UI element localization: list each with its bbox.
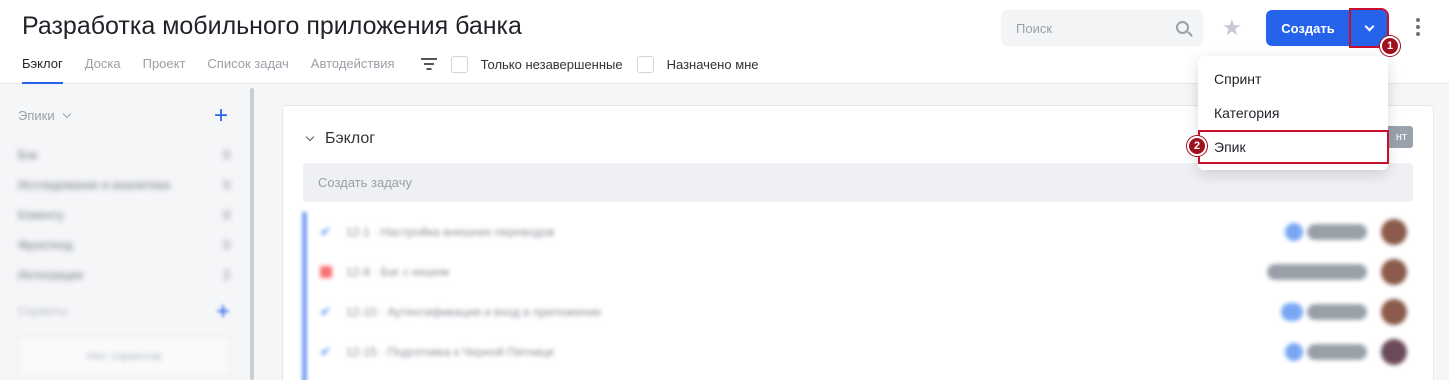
epics-label: Эпики bbox=[18, 108, 55, 123]
star-icon[interactable]: ★ bbox=[1222, 14, 1242, 42]
add-epic-icon[interactable]: + bbox=[214, 104, 228, 128]
table-row[interactable]: ✔ 12-15 · Подготовка к Черной Пятнице bbox=[306, 332, 1413, 372]
sidebar: Эпики + Бэк 0 Исследование и аналитика 0 К… bbox=[0, 84, 250, 380]
epic-count: 2 bbox=[223, 268, 230, 282]
status-dot bbox=[1285, 343, 1303, 361]
status-badge bbox=[1307, 344, 1367, 360]
list-item[interactable]: Клиенту 0 bbox=[18, 208, 230, 238]
epic-name: Бэк bbox=[18, 148, 38, 162]
search-icon[interactable] bbox=[1176, 21, 1189, 34]
epic-count: 0 bbox=[223, 238, 230, 252]
task-title: 12-10 · Аутентификация и вход в приложен… bbox=[346, 305, 602, 319]
sprints-header[interactable]: Спринты bbox=[18, 304, 67, 318]
status-badge bbox=[1307, 224, 1367, 240]
create-button[interactable]: Создать bbox=[1266, 10, 1350, 46]
epics-header[interactable]: Эпики bbox=[18, 108, 71, 123]
avatar bbox=[1381, 259, 1407, 285]
epic-count: 0 bbox=[223, 148, 230, 162]
tab-board[interactable]: Доска bbox=[85, 52, 121, 76]
chevron-down-icon bbox=[305, 132, 315, 142]
assigned-to-me-label: Назначено мне bbox=[666, 56, 759, 72]
tab-task-list[interactable]: Список задач bbox=[207, 52, 288, 76]
tabs: Бэклог Доска Проект Список задач Автодей… bbox=[22, 52, 773, 84]
search-input[interactable] bbox=[1001, 10, 1171, 46]
no-sprints-placeholder: Нет спринтов bbox=[18, 336, 230, 376]
checkbox-box[interactable] bbox=[636, 55, 654, 73]
sidebar-scrollbar[interactable] bbox=[250, 88, 254, 380]
menu-item-epic-label: Эпик bbox=[1214, 139, 1246, 155]
backlog-header[interactable]: Бэклог bbox=[305, 130, 375, 148]
task-title: 12-1 · Настройка внешних переводов bbox=[346, 225, 555, 239]
status-badge bbox=[1267, 264, 1367, 280]
avatar bbox=[1381, 339, 1407, 365]
menu-item-sprint[interactable]: Спринт bbox=[1198, 62, 1388, 96]
bug-icon bbox=[320, 266, 332, 278]
task-list: ✔ 12-1 · Настройка внешних переводов 12-… bbox=[303, 212, 1413, 380]
status-badge bbox=[1307, 304, 1367, 320]
assigned-to-me-checkbox[interactable]: Назначено мне bbox=[636, 55, 759, 73]
epic-name: Исследование и аналитика bbox=[18, 178, 171, 192]
task-title: 12-15 · Подготовка к Черной Пятнице bbox=[346, 345, 555, 359]
epic-count: 0 bbox=[223, 178, 230, 192]
more-options-icon[interactable] bbox=[1416, 18, 1422, 39]
tab-automations[interactable]: Автодействия bbox=[311, 52, 395, 76]
step-marker-1: 1 bbox=[1380, 36, 1400, 56]
add-sprint-icon[interactable]: + bbox=[216, 300, 230, 324]
epic-count: 0 bbox=[223, 208, 230, 222]
table-row[interactable]: ✔ 12-1 · Настройка внешних переводов bbox=[306, 212, 1413, 252]
epic-list: Бэк 0 Исследование и аналитика 0 Клиенту 0 … bbox=[18, 148, 230, 298]
list-item[interactable]: Бэк 0 bbox=[18, 148, 230, 178]
tab-backlog[interactable]: Бэклог bbox=[22, 52, 63, 84]
epic-name: Фронтенд bbox=[18, 238, 73, 252]
filter-icon[interactable] bbox=[420, 57, 437, 71]
avatar bbox=[1381, 219, 1407, 245]
check-icon: ✔ bbox=[320, 344, 331, 359]
check-icon: ✔ bbox=[320, 224, 331, 239]
list-item[interactable]: Исследование и аналитика 0 bbox=[18, 178, 230, 208]
menu-item-category[interactable]: Категория bbox=[1198, 96, 1388, 130]
status-dot bbox=[1281, 303, 1303, 321]
create-dropdown-menu: Спринт Категория Эпик bbox=[1198, 56, 1389, 170]
checkbox-box[interactable] bbox=[450, 55, 468, 73]
list-item[interactable]: Интеграции 2 bbox=[18, 268, 230, 298]
table-row[interactable]: ✔ 12-10 · Аутентификация и вход в прилож… bbox=[306, 292, 1413, 332]
chevron-down-icon bbox=[62, 109, 71, 118]
task-title: 12-8 · Баг с кешем bbox=[346, 265, 449, 279]
epic-name: Интеграции bbox=[18, 268, 84, 282]
epic-name: Клиенту bbox=[18, 208, 64, 222]
tab-project[interactable]: Проект bbox=[143, 52, 186, 76]
only-unfinished-label: Только незавершенные bbox=[480, 56, 623, 72]
backlog-title: Бэклог bbox=[325, 130, 376, 147]
chevron-down-icon bbox=[1364, 21, 1374, 32]
list-item[interactable]: Фронтенд 0 bbox=[18, 238, 230, 268]
table-row[interactable]: 12-8 · Баг с кешем bbox=[306, 252, 1413, 292]
avatar bbox=[1381, 299, 1407, 325]
page-title: Разработка мобильного приложения банка bbox=[22, 12, 522, 40]
search-box[interactable] bbox=[1001, 10, 1203, 46]
sprints-label: Спринты bbox=[18, 304, 68, 318]
check-icon: ✔ bbox=[320, 304, 331, 319]
menu-item-epic[interactable]: Эпик bbox=[1198, 130, 1389, 164]
only-unfinished-checkbox[interactable]: Только незавершенные bbox=[450, 55, 623, 73]
status-dot bbox=[1285, 223, 1303, 241]
step-marker-2: 2 bbox=[1187, 136, 1207, 156]
